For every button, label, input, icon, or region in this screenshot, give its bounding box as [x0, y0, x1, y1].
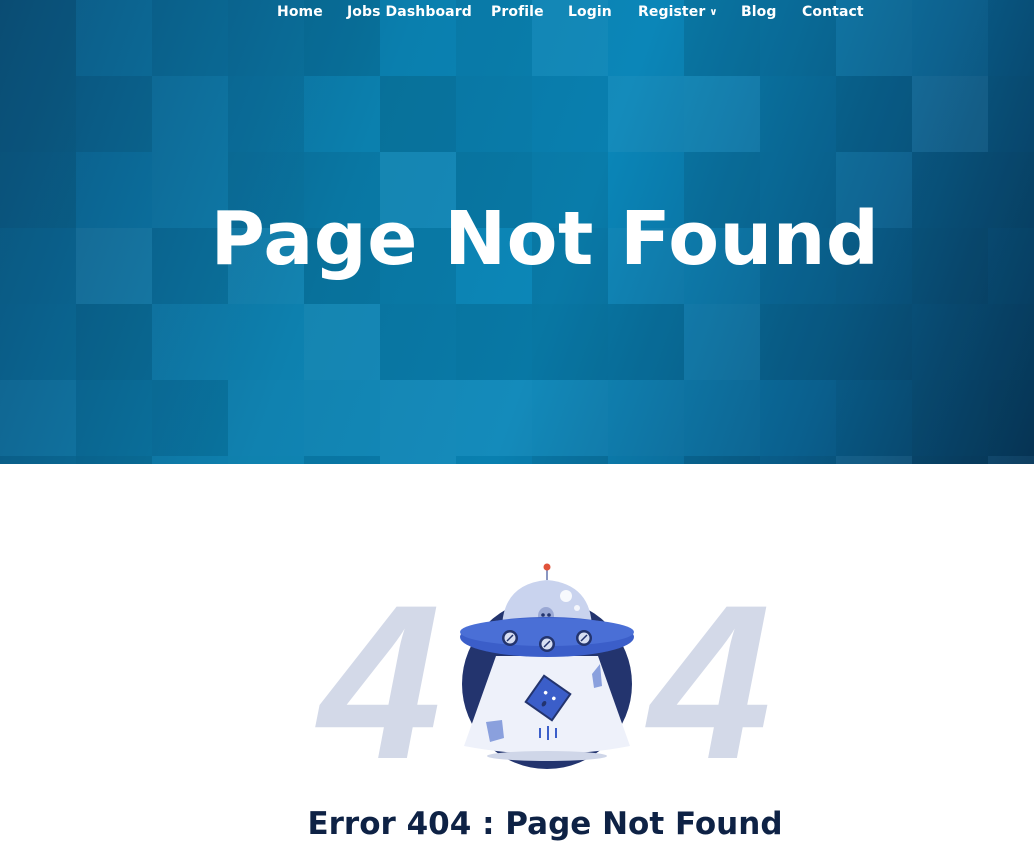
- mosaic-tile: [0, 380, 76, 456]
- mosaic-tile: [988, 76, 1034, 152]
- mosaic-tile: [608, 380, 684, 456]
- mosaic-tile: [76, 380, 152, 456]
- mosaic-tile: [608, 76, 684, 152]
- nav-item-home[interactable]: Home: [277, 4, 323, 20]
- mosaic-tile: [760, 304, 836, 380]
- mosaic-tile: [456, 304, 532, 380]
- mosaic-tile: [988, 304, 1034, 380]
- mosaic-tile: [380, 76, 456, 152]
- mosaic-tile: [76, 76, 152, 152]
- ufo-alien-icon: [460, 563, 634, 769]
- mosaic-tile: [0, 304, 76, 380]
- mosaic-tile: [456, 456, 532, 464]
- nav-item-register[interactable]: Register ∨: [638, 4, 718, 20]
- mosaic-tile: [608, 456, 684, 464]
- mosaic-tile: [0, 76, 76, 152]
- mosaic-tile: [532, 380, 608, 456]
- mosaic-tile: [0, 456, 76, 464]
- mosaic-tile: [76, 304, 152, 380]
- mosaic-tile: [76, 456, 152, 464]
- mosaic-tile: [912, 456, 988, 464]
- main-navigation: Home Jobs Dashboard Profile Login Regist…: [0, 0, 1034, 38]
- mosaic-tile: [152, 456, 228, 464]
- error-heading: Error 404 : Page Not Found: [307, 806, 783, 842]
- nav-item-login[interactable]: Login: [568, 4, 612, 20]
- mosaic-tile: [380, 380, 456, 456]
- mosaic-tile: [152, 380, 228, 456]
- mosaic-tile: [532, 304, 608, 380]
- mosaic-tile: [836, 304, 912, 380]
- mosaic-tile: [532, 456, 608, 464]
- mosaic-tile: [912, 304, 988, 380]
- page-title: Page Not Found: [210, 196, 880, 282]
- mosaic-tile: [228, 380, 304, 456]
- mosaic-tile: [228, 304, 304, 380]
- mosaic-tile: [760, 76, 836, 152]
- mosaic-tile: [152, 304, 228, 380]
- mosaic-tile: [912, 380, 988, 456]
- mosaic-tile: [836, 76, 912, 152]
- mosaic-tile: [380, 304, 456, 380]
- mosaic-tile: [684, 76, 760, 152]
- mosaic-tile: [304, 76, 380, 152]
- mosaic-tile: [228, 456, 304, 464]
- nav-item-blog[interactable]: Blog: [741, 4, 777, 20]
- mosaic-tile: [380, 456, 456, 464]
- mosaic-tile: [988, 380, 1034, 456]
- digit-four-right: 4: [645, 560, 771, 770]
- mosaic-tile: [836, 380, 912, 456]
- mosaic-tile: [684, 456, 760, 464]
- error-404-illustration: 4 4: [315, 560, 771, 770]
- mosaic-tile: [836, 456, 912, 464]
- nav-item-jobs-dashboard[interactable]: Jobs Dashboard: [347, 4, 472, 20]
- mosaic-tile: [760, 380, 836, 456]
- mosaic-tile: [684, 380, 760, 456]
- nav-item-contact[interactable]: Contact: [802, 4, 864, 20]
- chevron-down-icon: ∨: [709, 7, 718, 18]
- mosaic-tile: [760, 456, 836, 464]
- mosaic-tile: [304, 380, 380, 456]
- nav-item-register-label: Register: [638, 4, 706, 20]
- mosaic-tile: [228, 76, 304, 152]
- mosaic-tile: [456, 380, 532, 456]
- mosaic-tile: [152, 76, 228, 152]
- mosaic-tile: [912, 76, 988, 152]
- mosaic-tile: [684, 304, 760, 380]
- nav-item-profile[interactable]: Profile: [491, 4, 544, 20]
- mosaic-tile: [456, 76, 532, 152]
- mosaic-tile: [988, 456, 1034, 464]
- page-header-banner: Home Jobs Dashboard Profile Login Regist…: [0, 0, 1034, 464]
- mosaic-tile: [608, 304, 684, 380]
- mosaic-tile: [304, 456, 380, 464]
- mosaic-tile: [304, 304, 380, 380]
- mosaic-tile: [532, 76, 608, 152]
- digit-four-left: 4: [315, 560, 441, 770]
